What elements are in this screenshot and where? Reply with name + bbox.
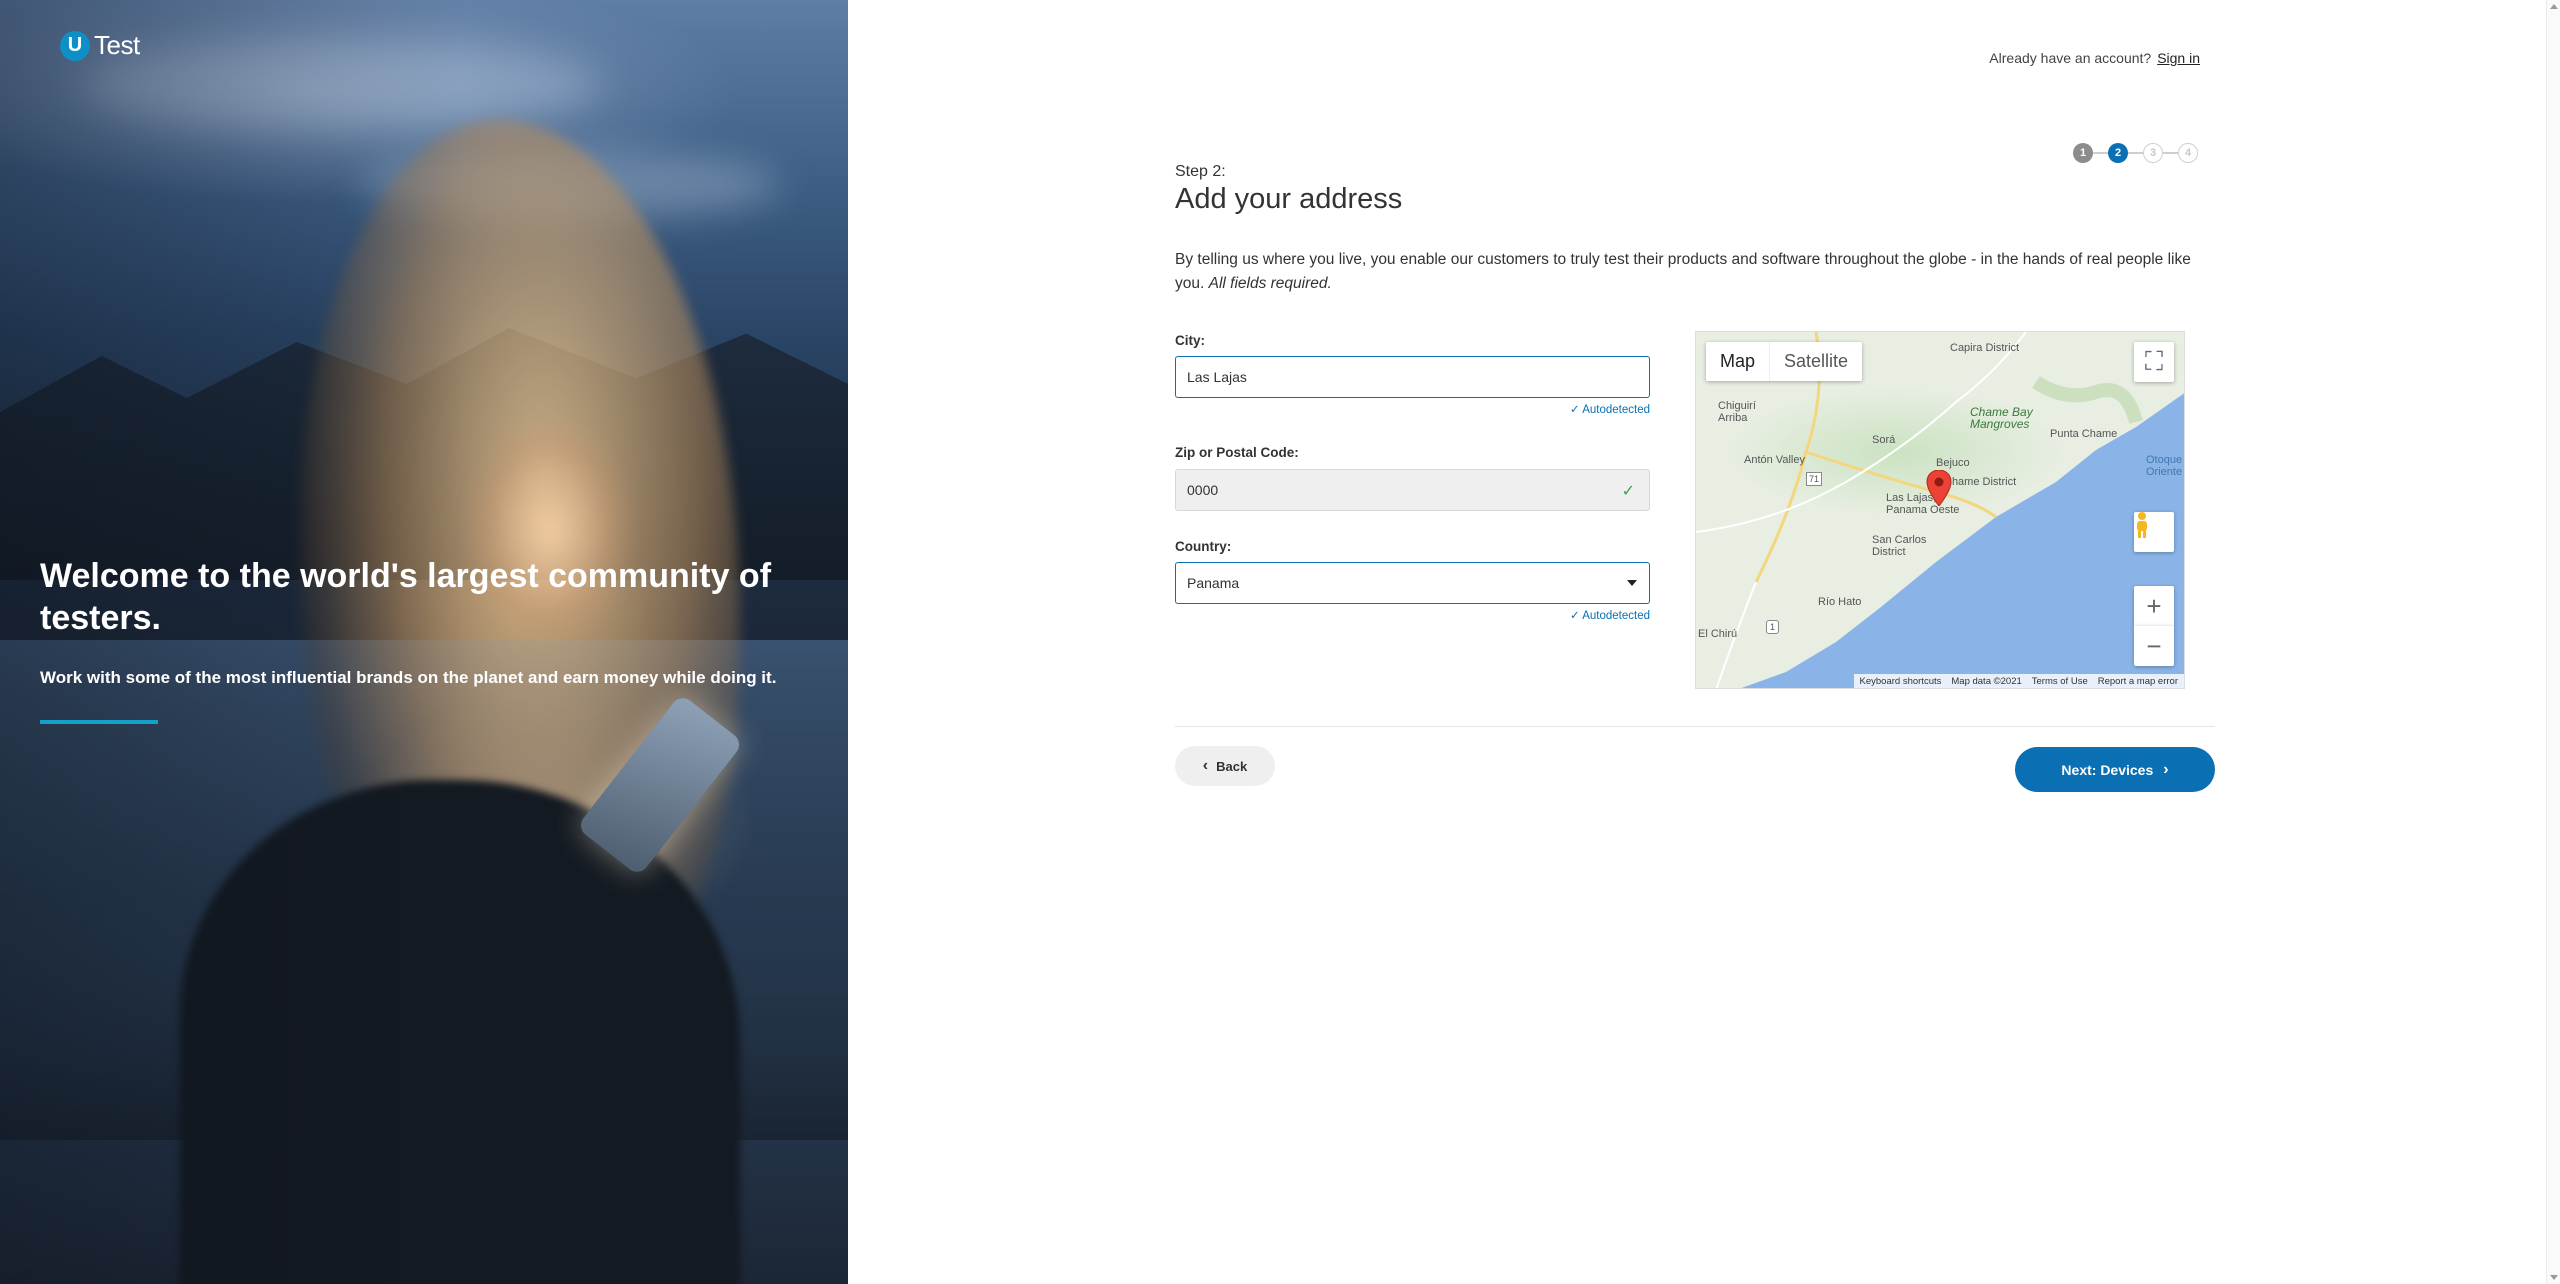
hero-accent-bar [40,720,158,724]
map-label: San Carlos District [1872,534,1927,558]
utest-logo[interactable]: U Test [60,30,140,61]
fullscreen-icon[interactable]: ⛶ [2134,342,2174,382]
map-mangrove [2032,376,2143,424]
step-connector [2128,152,2143,154]
map-label: Otoque Oriente [2146,454,2183,478]
city-autodetected-note: ✓ Autodetected [1570,404,1650,416]
dropdown-caret-icon [1627,580,1637,586]
chevron-right-icon: › [2163,760,2169,778]
page-scrollbar[interactable] [2546,0,2560,1284]
map-label: El Chirú [1698,628,1738,640]
pegman-figure [2137,512,2147,538]
progress-stepper: 1 2 3 4 [2073,143,2198,163]
map-water [1741,393,2184,688]
city-value: Las Lajas [1187,369,1247,385]
country-label: Country: [1175,539,1232,554]
checkmark-icon: ✓ [1621,483,1635,500]
map-type-control: Map Satellite [1706,342,1863,381]
back-button-label: Back [1216,758,1248,774]
city-input[interactable]: Las Lajas [1175,356,1650,398]
map-label: Chame District [1944,476,2017,488]
zip-value: 0000 [1187,482,1219,498]
zip-label: Zip or Postal Code: [1175,445,1299,460]
hero-subtitle: Work with some of the most influential b… [40,668,777,687]
form-divider [1175,726,2215,727]
step-1-indicator: 1 [2073,143,2093,163]
intro-emphasis: All fields required. [1208,275,1332,292]
route-71-shield: 71 [1806,472,1823,486]
country-value: Panama [1187,575,1240,591]
zoom-in-icon[interactable]: + [2134,586,2174,626]
map-data-credit: Map data ©2021 [1951,675,2022,687]
keyboard-shortcuts-link[interactable]: Keyboard shortcuts [1860,676,1942,687]
hero-panel: U Test Welcome to the world's largest co… [0,0,848,1284]
signin-link[interactable]: Sign in [2157,50,2200,66]
map-type-satellite-button[interactable]: Satellite [1769,342,1862,381]
logo-badge: U [60,30,90,61]
map-label: Chame Bay Mangroves [1970,405,2033,431]
map-type-map-button[interactable]: Map [1706,342,1769,381]
step-label: Step 2: [1175,163,1226,180]
report-map-error-link[interactable]: Report a map error [2098,676,2178,687]
map-label: Sorá [1872,434,1896,446]
map-footer: Keyboard shortcuts Map data ©2021 Terms … [1853,674,2184,688]
step-3-indicator: 3 [2143,143,2163,163]
scroll-down-icon[interactable] [2550,1275,2558,1280]
next-button-label: Next: Devices [2061,761,2154,778]
intro-text: By telling us where you live, you enable… [1175,248,2195,296]
logo-text: Test [94,30,140,60]
location-map[interactable]: Map Satellite ⛶ + − Capira District Chig… [1695,331,2185,689]
signin-prompt: Already have an account? Sign in [1989,50,2200,66]
scroll-up-icon[interactable] [2550,4,2558,9]
terms-of-use-link[interactable]: Terms of Use [2032,676,2088,687]
route-1-shield: 1 [1766,620,1780,634]
map-label: Capira District [1950,342,2020,354]
map-label: Antón Valley [1744,454,1805,466]
hero-shade [0,0,848,1284]
map-label: Bejuco [1936,457,1970,469]
map-pin-icon[interactable] [1926,470,1952,506]
hero-title: Welcome to the world's largest community… [40,557,772,637]
map-label: Chiguirí Arriba [1718,400,1756,424]
step-connector [2163,152,2178,154]
page-title: Add your address [1175,183,1403,215]
country-autodetected-note: ✓ Autodetected [1570,610,1650,622]
zip-input[interactable]: 0000 ✓ [1175,469,1650,511]
city-label: City: [1175,333,1205,348]
chevron-left-icon: ‹ [1202,757,1209,774]
map-label: Río Hato [1818,596,1862,608]
next-devices-button[interactable]: Next: Devices › [2015,747,2215,792]
step-4-indicator: 4 [2178,143,2198,163]
step-connector [2093,152,2108,154]
map-label: Punta Chame [2050,428,2118,440]
step-2-indicator: 2 [2108,143,2128,163]
signin-prompt-text: Already have an account? [1989,50,2152,66]
zoom-out-icon[interactable]: − [2134,626,2174,666]
back-button[interactable]: ‹ Back [1175,746,1275,786]
country-select[interactable]: Panama [1175,562,1650,604]
pegman-icon[interactable] [2134,512,2174,552]
